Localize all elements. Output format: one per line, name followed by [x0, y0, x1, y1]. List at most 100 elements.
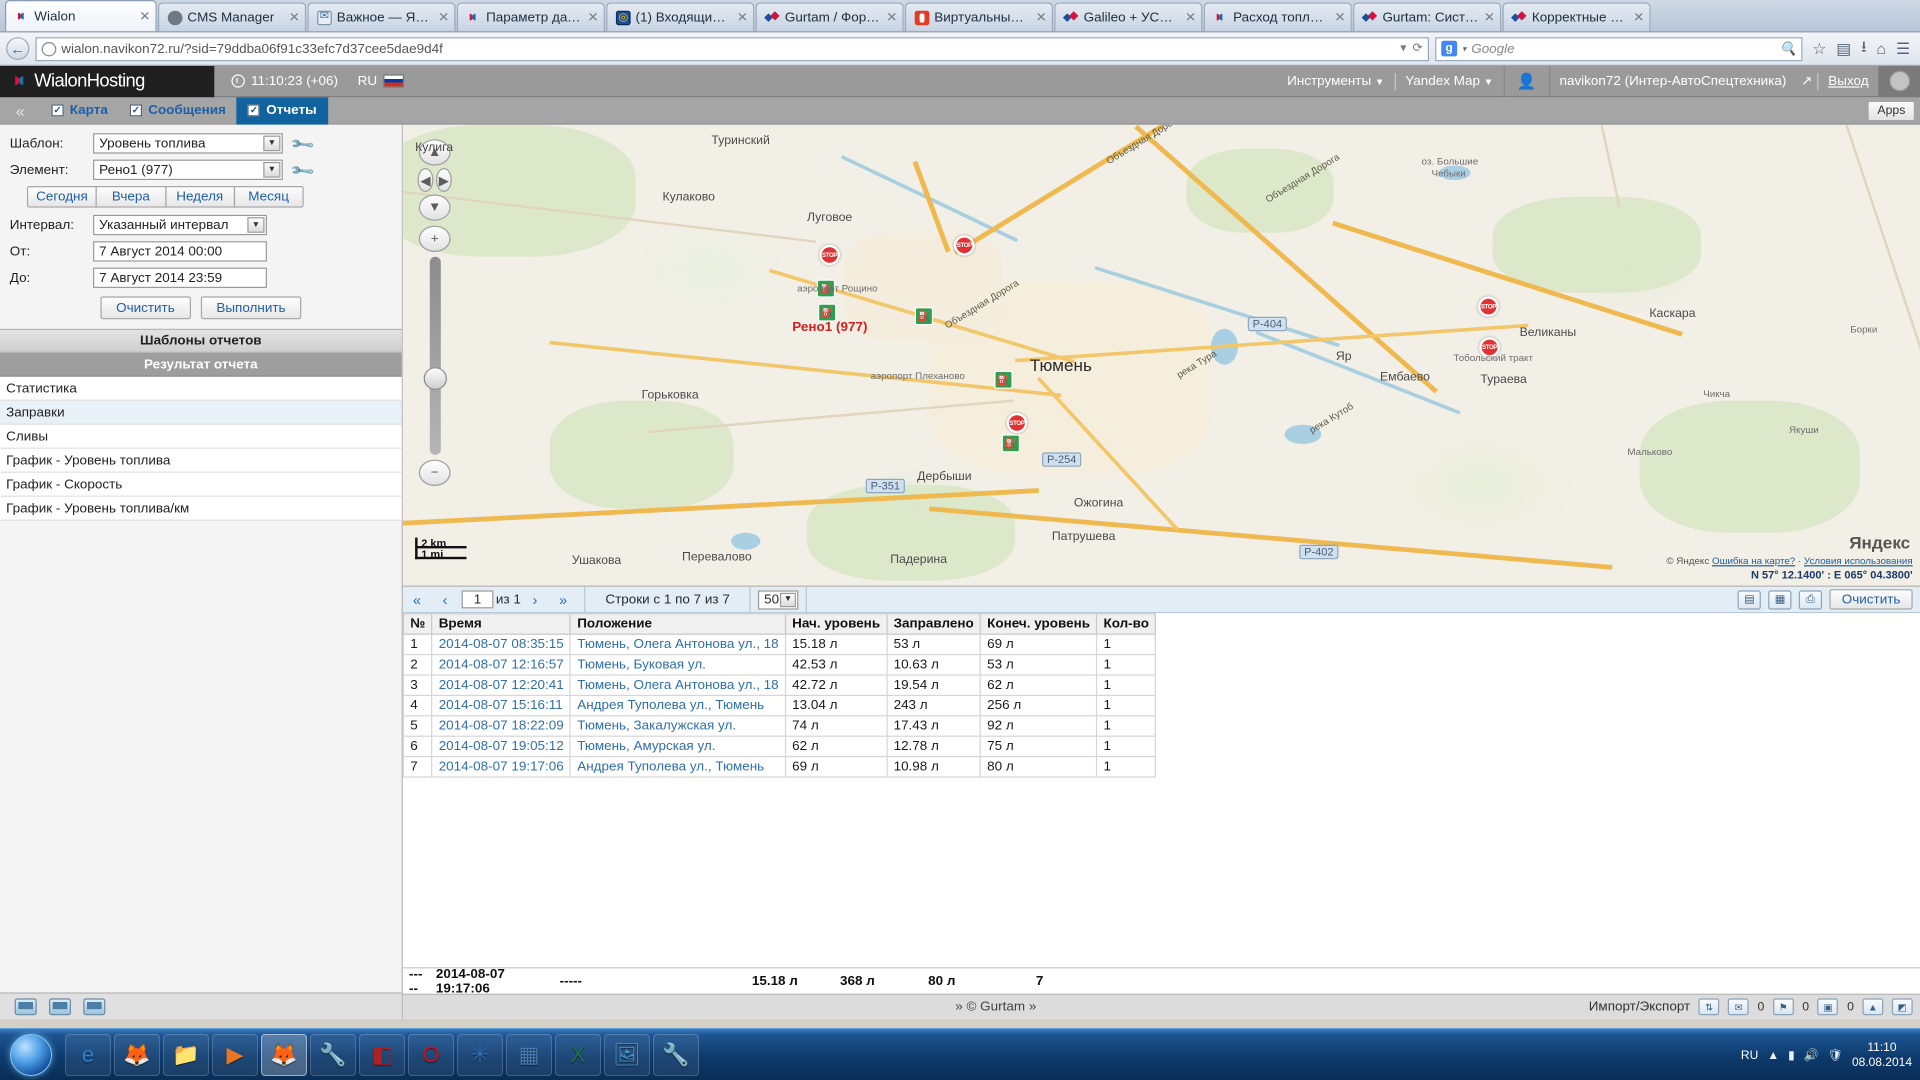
close-icon[interactable]: ✕ [587, 10, 598, 26]
table-cell[interactable]: Андрея Туполева ул., Тюмень [571, 695, 786, 715]
browser-tab[interactable]: Gurtam: Систем... ✕ [1353, 2, 1501, 31]
geofence-marker[interactable]: ⛽ [818, 304, 836, 322]
close-icon[interactable]: ✕ [438, 10, 449, 26]
print-icon[interactable]: ⎙ [1799, 590, 1822, 609]
table-cell[interactable]: 2014-08-07 12:16:57 [432, 655, 571, 675]
taskbar-item-app-window[interactable]: ▦ [506, 1034, 552, 1076]
checkbox-map[interactable]: ✓ [51, 104, 63, 116]
table-cell[interactable]: 2014-08-07 12:20:41 [432, 675, 571, 695]
table-column-header[interactable]: Конеч. уровень [980, 614, 1096, 634]
table-column-header[interactable]: Нач. уровень [785, 614, 886, 634]
tracks-icon[interactable] [49, 998, 71, 1015]
browser-tab[interactable]: Корректные нас... ✕ [1502, 2, 1650, 31]
tab-reports[interactable]: ✓ Отчеты [237, 97, 328, 125]
excel-icon[interactable]: ▦ [1768, 590, 1791, 609]
stop-marker[interactable]: STOP [1007, 413, 1028, 433]
taskbar-item-app-blue[interactable]: ✳ [457, 1034, 503, 1076]
first-page-icon[interactable]: « [403, 591, 431, 608]
taskbar-item-wrench-app[interactable]: 🔧 [653, 1034, 699, 1076]
table-row[interactable]: 62014-08-07 19:05:12Тюмень, Амурская ул.… [403, 736, 1155, 756]
chevron-down-icon[interactable]: ▼ [247, 217, 264, 233]
table-cell[interactable]: 2014-08-07 19:17:06 [432, 757, 571, 777]
search-bar[interactable]: g ▾ Google 🔍 [1435, 37, 1802, 61]
table-cell[interactable]: 2014-08-07 08:35:15 [432, 634, 571, 654]
to-input[interactable]: 7 Август 2014 23:59 [93, 268, 267, 288]
home-icon[interactable]: ⌂ [1877, 40, 1887, 58]
taskbar-item-internet-explorer[interactable]: e [65, 1034, 111, 1076]
table-cell[interactable]: Тюмень, Амурская ул. [571, 736, 786, 756]
browser-tab[interactable]: Важное — Янде... ✕ [307, 2, 455, 31]
zoom-slider[interactable] [429, 257, 440, 455]
map-canvas[interactable]: ▲ ◀ ▶ ▼ + − STOP STOP STOP STOP [403, 125, 1920, 587]
user-settings-icon[interactable]: 👤 [1503, 65, 1550, 96]
chevron-down-icon[interactable]: ▾ [1462, 44, 1466, 54]
language-selector[interactable]: RU [358, 74, 404, 88]
stop-marker[interactable]: STOP [954, 235, 975, 255]
chevron-down-icon[interactable]: ▼ [780, 592, 796, 606]
taskbar-item-explorer-folder[interactable]: 📁 [163, 1034, 209, 1076]
table-cell[interactable]: 2014-08-07 19:05:12 [432, 736, 571, 756]
download-icon[interactable]: ⭳ [1861, 35, 1867, 61]
reload-icon[interactable]: ⟳ [1413, 42, 1423, 55]
close-icon[interactable]: ✕ [1185, 10, 1196, 26]
pan-right-icon[interactable]: ▶ [436, 168, 452, 192]
tab-map[interactable]: ✓ Карта [40, 97, 118, 125]
table-cell[interactable]: Андрея Туполева ул., Тюмень [571, 757, 786, 777]
template-settings-wrench-icon[interactable]: 🔧 [289, 129, 318, 158]
sidebar-item-refuelings[interactable]: Заправки [0, 401, 402, 425]
taskbar-item-firefox[interactable]: 🦊 [114, 1034, 160, 1076]
quick-range-week[interactable]: Неделя [165, 186, 235, 208]
collapse-left-icon[interactable]: « [0, 97, 40, 125]
zoom-out-icon[interactable]: − [419, 460, 451, 486]
table-row[interactable]: 72014-08-07 19:17:06Андрея Туполева ул.,… [403, 757, 1155, 777]
sidebar-item-chart-fuel-per-km[interactable]: График - Уровень топлива/км [0, 497, 402, 521]
stop-marker[interactable]: STOP [1478, 296, 1499, 316]
table-column-header[interactable]: Время [432, 614, 571, 634]
quick-range-today[interactable]: Сегодня [27, 186, 97, 208]
zoom-slider-knob[interactable] [423, 367, 446, 390]
tray-language[interactable]: RU [1741, 1048, 1758, 1062]
table-cell[interactable]: Тюмень, Буковая ул. [571, 655, 786, 675]
browser-tab[interactable]: CMS Manager ✕ [158, 2, 306, 31]
tray-network-icon[interactable]: ▮ [1788, 1048, 1795, 1062]
last-page-icon[interactable]: » [549, 591, 577, 608]
browser-tab[interactable]: Виртуальный м... ✕ [905, 2, 1053, 31]
search-icon[interactable]: 🔍 [1780, 41, 1797, 57]
taskbar-item-opera[interactable]: O [408, 1034, 454, 1076]
taskbar-item-firefox-active[interactable]: 🦊 [261, 1034, 307, 1076]
logout-button[interactable]: Выход [1818, 74, 1878, 88]
app-logo[interactable]: WialonHosting [0, 65, 214, 96]
back-arrow-icon[interactable]: ← [6, 37, 29, 60]
browser-tab[interactable]: Galileo + УСС на... ✕ [1054, 2, 1202, 31]
export-icon[interactable]: ▤ [1738, 590, 1761, 609]
table-row[interactable]: 52014-08-07 18:22:09Тюмень, Закалужская … [403, 716, 1155, 736]
taskbar-item-tools[interactable]: 🔧 [310, 1034, 356, 1076]
chevron-down-icon[interactable]: ▼ [263, 136, 280, 152]
tools-menu[interactable]: Инструменты▼ [1277, 74, 1394, 88]
collapse-panel-icon[interactable]: ▲ [1862, 998, 1883, 1015]
close-icon[interactable]: ✕ [737, 10, 748, 26]
table-column-header[interactable]: Положение [571, 614, 786, 634]
page-number-input[interactable]: 1 [462, 590, 494, 608]
star-icon[interactable]: ☆ [1812, 39, 1826, 58]
clear-table-button[interactable]: Очистить [1830, 589, 1913, 609]
table-column-header[interactable]: Заправлено [887, 614, 981, 634]
table-cell[interactable]: Тюмень, Олега Антонова ул., 18 [571, 634, 786, 654]
map-error-link[interactable]: Ошибка на карте? [1712, 556, 1795, 567]
geofence-marker[interactable]: ⛽ [1002, 434, 1020, 452]
messages-icon[interactable]: ▣ [1818, 998, 1839, 1015]
tray-expand-icon[interactable]: ▲ [1767, 1048, 1779, 1062]
table-cell[interactable]: 2014-08-07 18:22:09 [432, 716, 571, 736]
zoom-in-icon[interactable]: + [419, 226, 451, 252]
import-export-icon[interactable]: ⇅ [1699, 998, 1720, 1015]
table-column-header[interactable]: № [403, 614, 431, 634]
table-cell[interactable]: Тюмень, Олега Антонова ул., 18 [571, 675, 786, 695]
close-icon[interactable]: ✕ [1334, 10, 1345, 26]
browser-tab[interactable]: (1) Входящие - ... ✕ [606, 2, 754, 31]
table-row[interactable]: 22014-08-07 12:16:57Тюмень, Буковая ул.4… [403, 655, 1155, 675]
taskbar-item-image-viewer[interactable]: 🖼 [604, 1034, 650, 1076]
tray-shield-icon[interactable]: 🛡 [1828, 1048, 1843, 1062]
interval-select[interactable]: Указанный интервал ▼ [93, 215, 267, 235]
resize-grip-icon[interactable]: ◩ [1892, 998, 1913, 1015]
tab-messages[interactable]: ✓ Сообщения [119, 97, 237, 125]
